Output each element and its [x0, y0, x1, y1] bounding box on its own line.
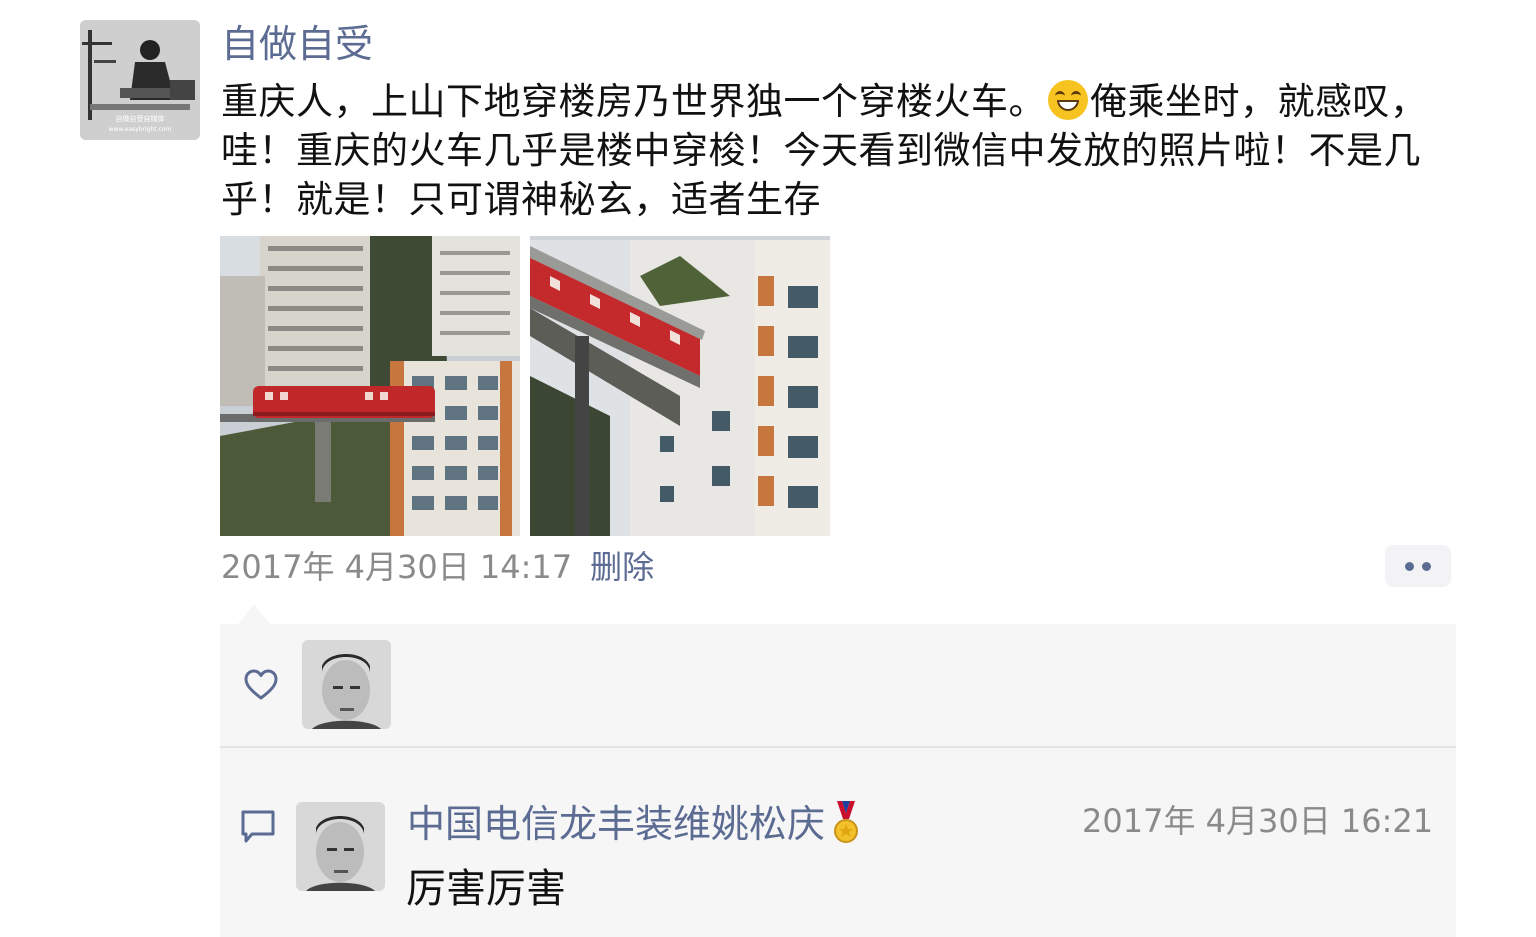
dot-icon [1422, 562, 1431, 571]
avatar-watermark-url: www.easybright.com [109, 126, 172, 133]
post-timestamp: 2017年 4月30日 14:17 [221, 548, 573, 586]
medal-icon [834, 801, 859, 843]
comment-time: 2017年 4月30日 16:21 [1082, 802, 1434, 840]
heart-outline-icon[interactable] [243, 667, 279, 703]
liker-avatar[interactable] [302, 640, 391, 729]
comment-author[interactable]: 中国电信龙丰装维姚松庆 [407, 798, 861, 850]
author-avatar[interactable]: 自做自受自媒体 www.easybright.com [80, 20, 200, 140]
grinning-face-emoji-icon [1048, 80, 1088, 120]
post-photo-2[interactable] [530, 236, 830, 536]
post-text: 重庆人，上山下地穿楼房乃世界独一个穿楼火车。 俺乘坐时，就感叹，哇！重庆的火车几乎… [221, 77, 1461, 224]
comment-author-name[interactable]: 中国电信龙丰装维姚松庆 [407, 802, 825, 846]
post-photo-1[interactable] [220, 236, 520, 536]
comment-text: 厉害厉害 [406, 866, 566, 912]
more-options-button[interactable] [1385, 545, 1451, 587]
post-meta: 2017年 4月30日 14:17 删除 [221, 544, 654, 590]
panel-arrow [238, 604, 270, 624]
post-text-part1: 重庆人，上山下地穿楼房乃世界独一个穿楼火车。 [221, 80, 1046, 123]
comment-bubble-icon [241, 810, 275, 843]
author-name[interactable]: 自做自受 [221, 18, 373, 70]
panel-divider [220, 746, 1456, 748]
delete-link[interactable]: 删除 [590, 548, 654, 586]
commenter-avatar[interactable] [296, 802, 385, 891]
avatar-watermark: 自做自受自媒体 [116, 114, 165, 123]
dot-icon [1405, 562, 1414, 571]
